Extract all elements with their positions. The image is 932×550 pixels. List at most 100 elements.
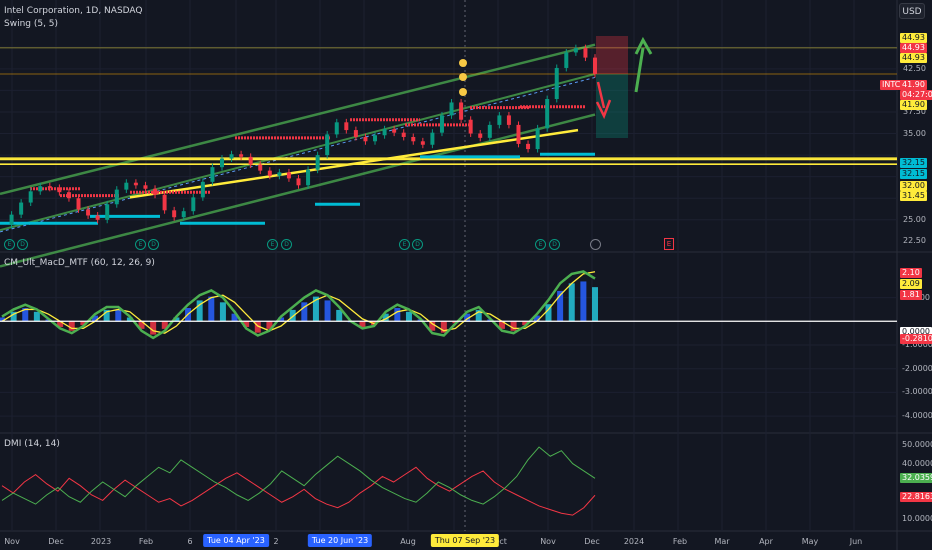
candle-body [191,197,196,212]
chart-canvas [0,0,932,550]
price-pane [0,36,897,268]
event-marker-earnings[interactable]: E [399,239,410,250]
candle-body [229,154,234,159]
stop-zone-box [596,36,628,74]
price-tick-label: 35.00 [903,128,926,138]
event-marker-earnings[interactable]: E [535,239,546,250]
candle-body [162,194,167,211]
time-tick-label: Nov [540,537,556,546]
price-label: 04:27:00 [900,90,932,100]
dmi-indicator-label[interactable]: DMI (14, 14) [4,439,60,449]
candle-body [114,189,119,205]
macd-line [1,270,596,340]
macd-pane [0,270,897,417]
upcoming-earnings-marker[interactable]: E [664,238,674,250]
macd-indicator-label[interactable]: CM_Ult_MacD_MTF (60, 12, 26, 9) [4,258,155,268]
time-tick-label: 2 [273,537,279,546]
time-tick-label: Dec [584,537,600,546]
candle-body [487,124,492,138]
candle-body [19,202,24,215]
time-tick-label: Feb [672,537,688,546]
time-highlight-label: Tue 04 Apr '23 [203,534,269,547]
time-tick-label: 6 [187,537,193,546]
macd-histogram-bar [324,300,331,322]
candle-body [105,204,110,220]
macd-tick-label: -4.0000 [902,411,932,421]
time-tick-label: Jun [849,537,863,546]
candle-body [430,132,435,145]
grid-lines [0,0,932,550]
candle-body [315,155,320,170]
macd-tick-label: -2.0000 [902,363,932,373]
emoji-marker [459,88,467,96]
candle-body [526,143,531,150]
split-marker-icon[interactable] [590,239,601,250]
event-marker-dividend[interactable]: D [281,239,292,250]
swing-indicator-label[interactable]: Swing (5, 5) [4,19,58,29]
event-marker-dividend[interactable]: D [17,239,28,250]
candle-body [76,198,81,210]
event-marker-dividend[interactable]: D [549,239,560,250]
candle-body [296,178,301,186]
candle-body [545,99,550,129]
candle-body [38,186,43,192]
candle-body [325,134,330,156]
event-marker-earnings[interactable]: E [135,239,146,250]
macd-histogram-bar [208,296,215,322]
macd-label: 1.81 [900,290,922,300]
channel-middle-line [0,73,596,232]
candle-body [516,124,521,144]
macd-histogram-bar [592,287,598,322]
price-tick-label: 25.00 [903,214,926,224]
candle-body [468,119,473,134]
dmi-label: 32.0359 [900,473,932,483]
macd-histogram-bar [219,302,226,322]
candle-body [210,167,215,182]
candle-body [439,115,444,133]
candle-body [200,181,205,198]
candle-body [363,136,368,142]
dmi-tick-label: 50.0000 [902,440,932,450]
emoji-marker [459,73,467,81]
dmi-label: 22.8163 [900,492,932,502]
event-marker-dividend[interactable]: D [412,239,423,250]
candle-body [344,122,349,131]
candle-body [392,129,397,133]
currency-button[interactable]: USD [899,3,925,19]
dmi-tick-label: 10.0000 [902,513,932,523]
candle-body [497,115,502,125]
candle-body [66,192,71,199]
event-marker-earnings[interactable]: E [267,239,278,250]
time-tick-label: Feb [138,537,154,546]
candle-body [535,128,540,150]
candle-body [334,122,339,135]
candle-body [181,211,186,218]
candle-body [420,141,425,145]
candle-body [277,172,282,176]
macd-label: 2.09 [900,279,922,289]
candle-body [267,170,272,176]
candle-body [449,102,454,116]
price-label: 44.93 [900,33,927,43]
candle-body [153,188,158,195]
emoji-marker [459,59,467,67]
event-marker-earnings[interactable]: E [4,239,15,250]
macd-histogram-bar [150,321,157,335]
time-tick-label: Mar [714,537,730,546]
macd-histogram-bar [115,309,122,322]
candle-body [86,209,91,216]
price-label: 32.15 [900,158,927,168]
macd-histogram-bar [68,321,75,331]
time-tick-label: Dec [48,537,64,546]
macd-histogram-bar [580,281,587,322]
price-label: 32.15 [900,169,927,179]
macd-histogram-bar [336,309,343,322]
price-label: 44.93 [900,53,927,63]
time-tick-label: 2024 [623,537,645,546]
candle-body [401,132,406,137]
time-tick-label: May [801,537,819,546]
candle-body [506,115,511,125]
event-marker-dividend[interactable]: D [148,239,159,250]
time-tick-label: Nov [4,537,20,546]
candle-body [172,210,177,218]
